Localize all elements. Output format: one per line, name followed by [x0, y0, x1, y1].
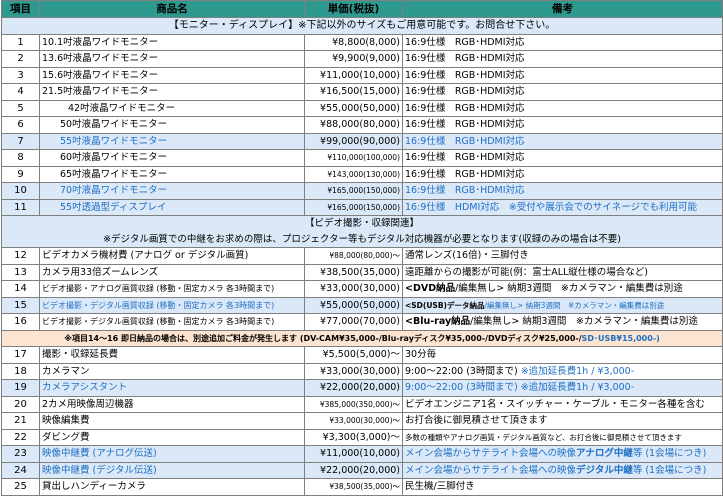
table-row: 8 60吋液晶ワイドモニター ¥110,000(100,000) 16:9仕様 RGB…: [1, 149, 723, 167]
table-row: 9 65吋液晶ワイドモニター ¥143,000(130,000) 16:9仕様 RGB…: [1, 165, 723, 183]
table-row: 5 42吋液晶ワイドモニター ¥55,000(50,000) 16:9仕様 RGB･H…: [1, 99, 723, 117]
section-note: ※下記以外のサイズもご用意可能です。お問合せ下さい。: [298, 20, 556, 32]
notice-text: ※項目14〜16 即日納品の場合は、別途追加ご料金が発生します (DV-CAM¥…: [64, 333, 582, 343]
table-row: 14 ビデオ撮影・アナログ画質収録 (移動・固定カメラ 各3時間まで) ¥33,00…: [1, 280, 723, 298]
table-row: 2 13.6吋液晶ワイドモニター ¥9,900(9,000) 16:9仕様 RGB･H…: [1, 50, 723, 68]
notice-text-sd: SD･USB¥15,000-): [581, 333, 660, 343]
table-row: 1 10.1吋液晶ワイドモニター ¥8,800(8,000) 16:9仕様 RGB･H…: [1, 33, 723, 51]
table-row: 23 映像中継費 (アナログ伝送) ¥11,000(10,000) メイン会場からサテ…: [1, 445, 723, 463]
table-row: 6 50吋液晶ワイドモニター ¥88,000(80,000) 16:9仕様 RGB･H…: [1, 116, 723, 134]
table-row: 3 15.6吋液晶ワイドモニター ¥11,000(10,000) 16:9仕様 RGB…: [1, 66, 723, 84]
table-row: 22 ダビング費 ¥3,300(3,000)〜 多数の種類やアナログ画質・デジタル画質…: [1, 428, 723, 446]
table-row: 12 ビデオカメラ機材費 (アナログ or デジタル画質) ¥88,000(80,0…: [1, 247, 723, 265]
section-video: 【ビデオ撮影・収録関連】 ※デジタル画質での中継をお求めの際は、プロジェクター等も…: [1, 215, 723, 248]
table-row: 10 70吋液晶ワイドモニター ¥165,000(150,000) 16:9仕様 RG…: [1, 182, 723, 200]
table-row: 24 映像中継費 (デジタル伝送) ¥22,000(20,000) メイン会場からサテ…: [1, 461, 723, 479]
table-row: 20 2カメ用映像周辺機器 ¥385,000(350,000)〜 ビデオエンジニア1名…: [1, 395, 723, 413]
table-row: 17 撮影・収録延長費 ¥5,500(5,000)〜 30分毎: [1, 346, 723, 364]
table-row: 19 カメラアシスタント ¥22,000(20,000) 9:00〜22:00 (3時…: [1, 379, 723, 397]
notice-row: ※項目14〜16 即日納品の場合は、別途追加ご料金が発生します (DV-CAM¥…: [1, 329, 723, 347]
section-title: 【モニター・ディスプレイ】: [168, 20, 299, 32]
table-row: 25 貸出しハンディーカメラ ¥38,500(35,000)〜 民生機/三脚付き: [1, 478, 723, 496]
section-note: ※デジタル画質での中継をお求めの際は、プロジェクター等もデジタル対応機器が必要と…: [103, 233, 621, 245]
price-list-table: 項目 商品名 単価(税抜) 備考 【モニター・ディスプレイ】※下記以外のサイズも…: [1, 0, 723, 496]
header-price: 単価(税抜): [304, 0, 403, 18]
table-row: 7 55吋液晶ワイドモニター ¥99,000(90,000) 16:9仕様 RGB･H…: [1, 132, 723, 150]
table-row: 18 カメラマン ¥33,000(30,000) 9:00〜22:00 (3時間まで)…: [1, 362, 723, 380]
header-no: 項目: [1, 0, 40, 18]
table-row: 13 カメラ用33倍ズームレンズ ¥38,500(35,000) 遠距離からの撮影が可…: [1, 263, 723, 281]
table-row: 16 ビデオ撮影・デジタル画質収録 (移動・固定カメラ 各3時間まで) ¥77,00…: [1, 313, 723, 331]
table-row: 21 映像編集費 ¥33,000(30,000)〜 お打合後に御見積させて頂きます: [1, 412, 723, 430]
section-monitor: 【モニター・ディスプレイ】※下記以外のサイズもご用意可能です。お問合せ下さい。: [1, 17, 723, 35]
header-note: 備考: [402, 0, 723, 18]
section-title: 【ビデオ撮影・収録関連】: [304, 218, 419, 229]
table-row: 15 ビデオ撮影・デジタル画質収録 (移動・固定カメラ 各3時間まで) ¥55,00…: [1, 296, 723, 314]
table-row: 11 55吋透過型ディスプレイ ¥165,000(150,000) 16:9仕様 HD…: [1, 198, 723, 216]
table-header: 項目 商品名 単価(税抜) 備考: [1, 0, 723, 18]
table-row: 4 21.5吋液晶ワイドモニター ¥16,500(15,000) 16:9仕様 RGB…: [1, 83, 723, 101]
header-name: 商品名: [39, 0, 305, 18]
